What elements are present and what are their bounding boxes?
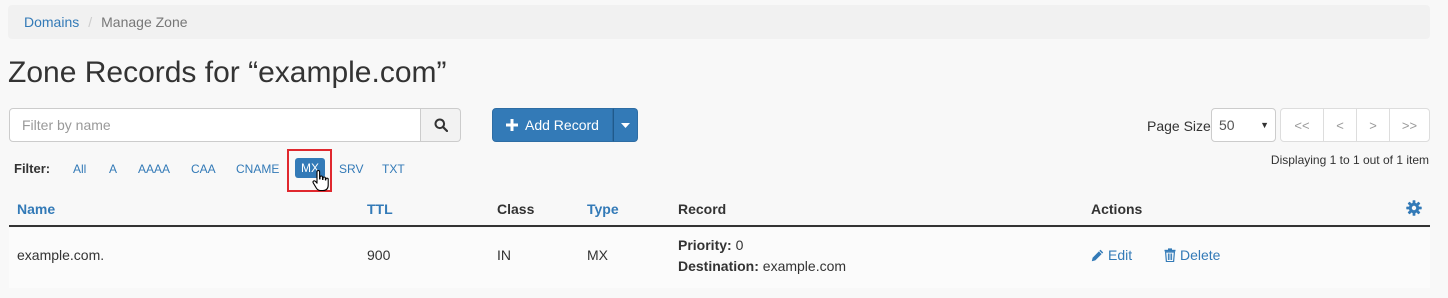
page-size-value: 50 bbox=[1219, 117, 1235, 133]
caret-down-icon bbox=[621, 122, 630, 128]
delete-link[interactable]: Delete bbox=[1164, 247, 1220, 263]
column-settings-button[interactable] bbox=[1406, 200, 1422, 221]
column-header-class: Class bbox=[497, 201, 535, 217]
select-caret-icon: ▼ bbox=[1260, 120, 1269, 130]
column-header-name[interactable]: Name bbox=[17, 201, 55, 217]
record-type: MX bbox=[587, 247, 608, 263]
edit-label: Edit bbox=[1108, 247, 1133, 263]
last-page-button[interactable]: >> bbox=[1389, 108, 1430, 142]
record-destination: Destination: example.com bbox=[678, 258, 846, 274]
filter-caa[interactable]: CAA bbox=[191, 162, 216, 176]
previous-page-button[interactable]: < bbox=[1323, 108, 1357, 142]
priority-value: 0 bbox=[735, 237, 744, 253]
add-record-button[interactable]: Add Record bbox=[492, 108, 613, 142]
column-header-record: Record bbox=[678, 201, 727, 217]
filter-cname[interactable]: CNAME bbox=[236, 162, 279, 176]
add-record-dropdown-toggle[interactable] bbox=[613, 108, 638, 142]
column-header-type[interactable]: Type bbox=[587, 201, 619, 217]
filter-txt[interactable]: TXT bbox=[382, 162, 405, 176]
gear-icon bbox=[1406, 200, 1422, 216]
search-group bbox=[9, 108, 461, 142]
breadcrumb: Domains / Manage Zone bbox=[8, 5, 1430, 39]
filter-srv[interactable]: SRV bbox=[339, 162, 363, 176]
add-record-group: Add Record bbox=[492, 108, 638, 142]
trash-icon bbox=[1164, 248, 1176, 262]
record-name: example.com. bbox=[17, 247, 105, 263]
next-page-button[interactable]: > bbox=[1356, 108, 1390, 142]
page-size-select[interactable]: 50 ▼ bbox=[1211, 108, 1276, 142]
filter-a[interactable]: A bbox=[109, 162, 117, 176]
page-size-label: Page Size bbox=[1147, 118, 1211, 134]
destination-label: Destination: bbox=[678, 258, 759, 274]
breadcrumb-domains-link[interactable]: Domains bbox=[24, 14, 79, 30]
first-page-button[interactable]: << bbox=[1280, 108, 1324, 142]
search-input[interactable] bbox=[9, 108, 421, 142]
column-header-actions: Actions bbox=[1091, 201, 1143, 217]
displaying-count: Displaying 1 to 1 out of 1 item bbox=[1270, 153, 1429, 167]
search-icon bbox=[434, 118, 448, 132]
priority-label: Priority: bbox=[678, 237, 732, 253]
plus-icon bbox=[506, 119, 518, 131]
column-header-ttl[interactable]: TTL bbox=[367, 201, 393, 217]
page-title: Zone Records for “example.com” bbox=[8, 56, 447, 89]
record-priority: Priority: 0 bbox=[678, 237, 743, 253]
edit-link[interactable]: Edit bbox=[1091, 247, 1132, 263]
breadcrumb-separator: / bbox=[88, 14, 93, 30]
destination-value: example.com bbox=[762, 258, 847, 274]
records-table-header: Name TTL Class Type Record Actions bbox=[9, 195, 1430, 227]
delete-label: Delete bbox=[1180, 247, 1221, 263]
record-class: IN bbox=[497, 247, 511, 263]
filter-label: Filter: bbox=[14, 161, 51, 176]
search-button[interactable] bbox=[421, 108, 461, 142]
breadcrumb-current: Manage Zone bbox=[101, 14, 188, 30]
add-record-label: Add Record bbox=[525, 117, 599, 133]
filter-aaaa[interactable]: AAAA bbox=[138, 162, 170, 176]
table-row: example.com. 900 IN MX Priority: 0 Desti… bbox=[9, 228, 1430, 288]
hand-pointer-icon bbox=[312, 170, 329, 192]
record-ttl: 900 bbox=[367, 247, 391, 263]
pencil-icon bbox=[1091, 249, 1104, 261]
pagination: << < > >> bbox=[1280, 108, 1430, 142]
filter-all[interactable]: All bbox=[73, 162, 86, 176]
